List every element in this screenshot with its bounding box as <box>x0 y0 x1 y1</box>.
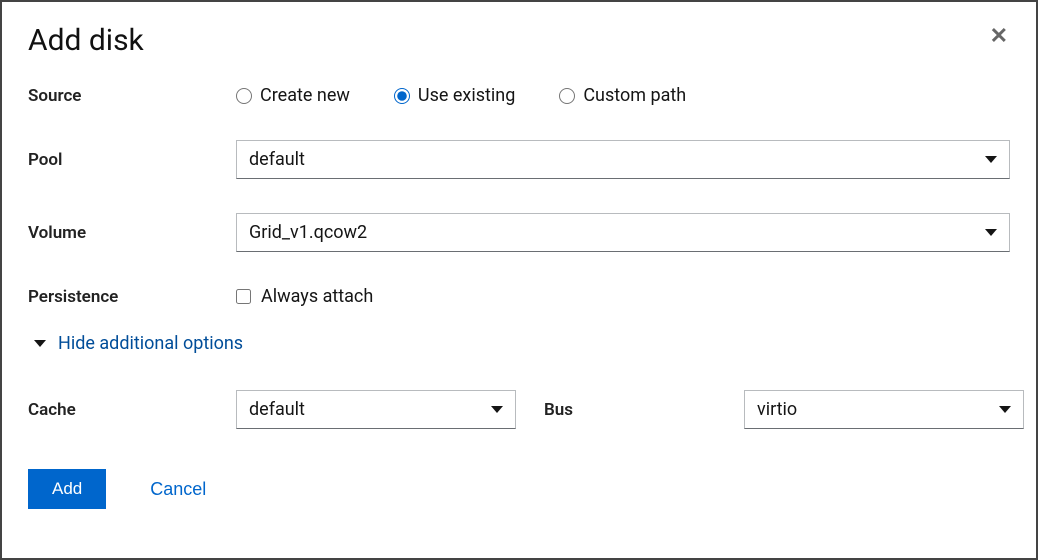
cache-select-value: default <box>249 399 305 420</box>
cache-select[interactable]: default <box>236 390 516 429</box>
radio-custom-path[interactable]: Custom path <box>559 85 686 106</box>
toggle-additional-label: Hide additional options <box>58 333 243 354</box>
radio-use-existing-label: Use existing <box>418 85 515 106</box>
source-radio-group: Create new Use existing Custom path <box>236 85 1010 106</box>
radio-custom-path-label: Custom path <box>583 85 686 106</box>
pair-cache: Cache default <box>28 390 516 429</box>
chevron-down-icon <box>999 406 1011 413</box>
always-attach-input[interactable] <box>236 289 251 304</box>
dialog-title: Add disk <box>28 24 144 57</box>
volume-control: Grid_v1.qcow2 <box>236 213 1010 252</box>
label-persistence: Persistence <box>28 287 236 307</box>
toggle-additional-options[interactable]: Hide additional options <box>28 333 1010 354</box>
persistence-control: Always attach <box>236 286 1010 307</box>
chevron-down-icon <box>985 229 997 236</box>
radio-use-existing[interactable]: Use existing <box>394 85 515 106</box>
pool-select[interactable]: default <box>236 140 1010 179</box>
add-button[interactable]: Add <box>28 469 106 509</box>
radio-create-new[interactable]: Create new <box>236 85 350 106</box>
label-pool: Pool <box>28 150 236 170</box>
cancel-button[interactable]: Cancel <box>150 479 206 500</box>
always-attach-checkbox[interactable]: Always attach <box>236 286 1010 307</box>
label-cache: Cache <box>28 400 236 420</box>
label-volume: Volume <box>28 223 236 243</box>
chevron-down-icon <box>491 406 503 413</box>
row-pool: Pool default <box>28 140 1010 179</box>
row-cache-bus: Cache default Bus virtio <box>28 390 1010 429</box>
bus-select-value: virtio <box>757 399 797 420</box>
add-disk-dialog: Add disk ✕ Source Create new Use existin… <box>0 0 1038 560</box>
radio-create-new-input[interactable] <box>236 88 252 104</box>
volume-select-value: Grid_v1.qcow2 <box>249 222 367 243</box>
always-attach-label: Always attach <box>261 286 373 307</box>
row-persistence: Persistence Always attach <box>28 286 1010 307</box>
row-volume: Volume Grid_v1.qcow2 <box>28 213 1010 252</box>
row-source: Source Create new Use existing Custom pa… <box>28 85 1010 106</box>
dialog-footer: Add Cancel <box>28 469 1010 509</box>
radio-create-new-label: Create new <box>260 85 350 106</box>
close-icon[interactable]: ✕ <box>988 24 1010 50</box>
bus-select[interactable]: virtio <box>744 390 1024 429</box>
pool-control: default <box>236 140 1010 179</box>
dialog-header: Add disk ✕ <box>28 24 1010 57</box>
radio-use-existing-input[interactable] <box>394 88 410 104</box>
volume-select[interactable]: Grid_v1.qcow2 <box>236 213 1010 252</box>
label-bus: Bus <box>544 400 744 420</box>
chevron-down-icon <box>985 156 997 163</box>
radio-custom-path-input[interactable] <box>559 88 575 104</box>
label-source: Source <box>28 86 236 106</box>
chevron-down-icon <box>34 340 46 347</box>
pool-select-value: default <box>249 149 305 170</box>
pair-bus: Bus virtio <box>544 390 1024 429</box>
